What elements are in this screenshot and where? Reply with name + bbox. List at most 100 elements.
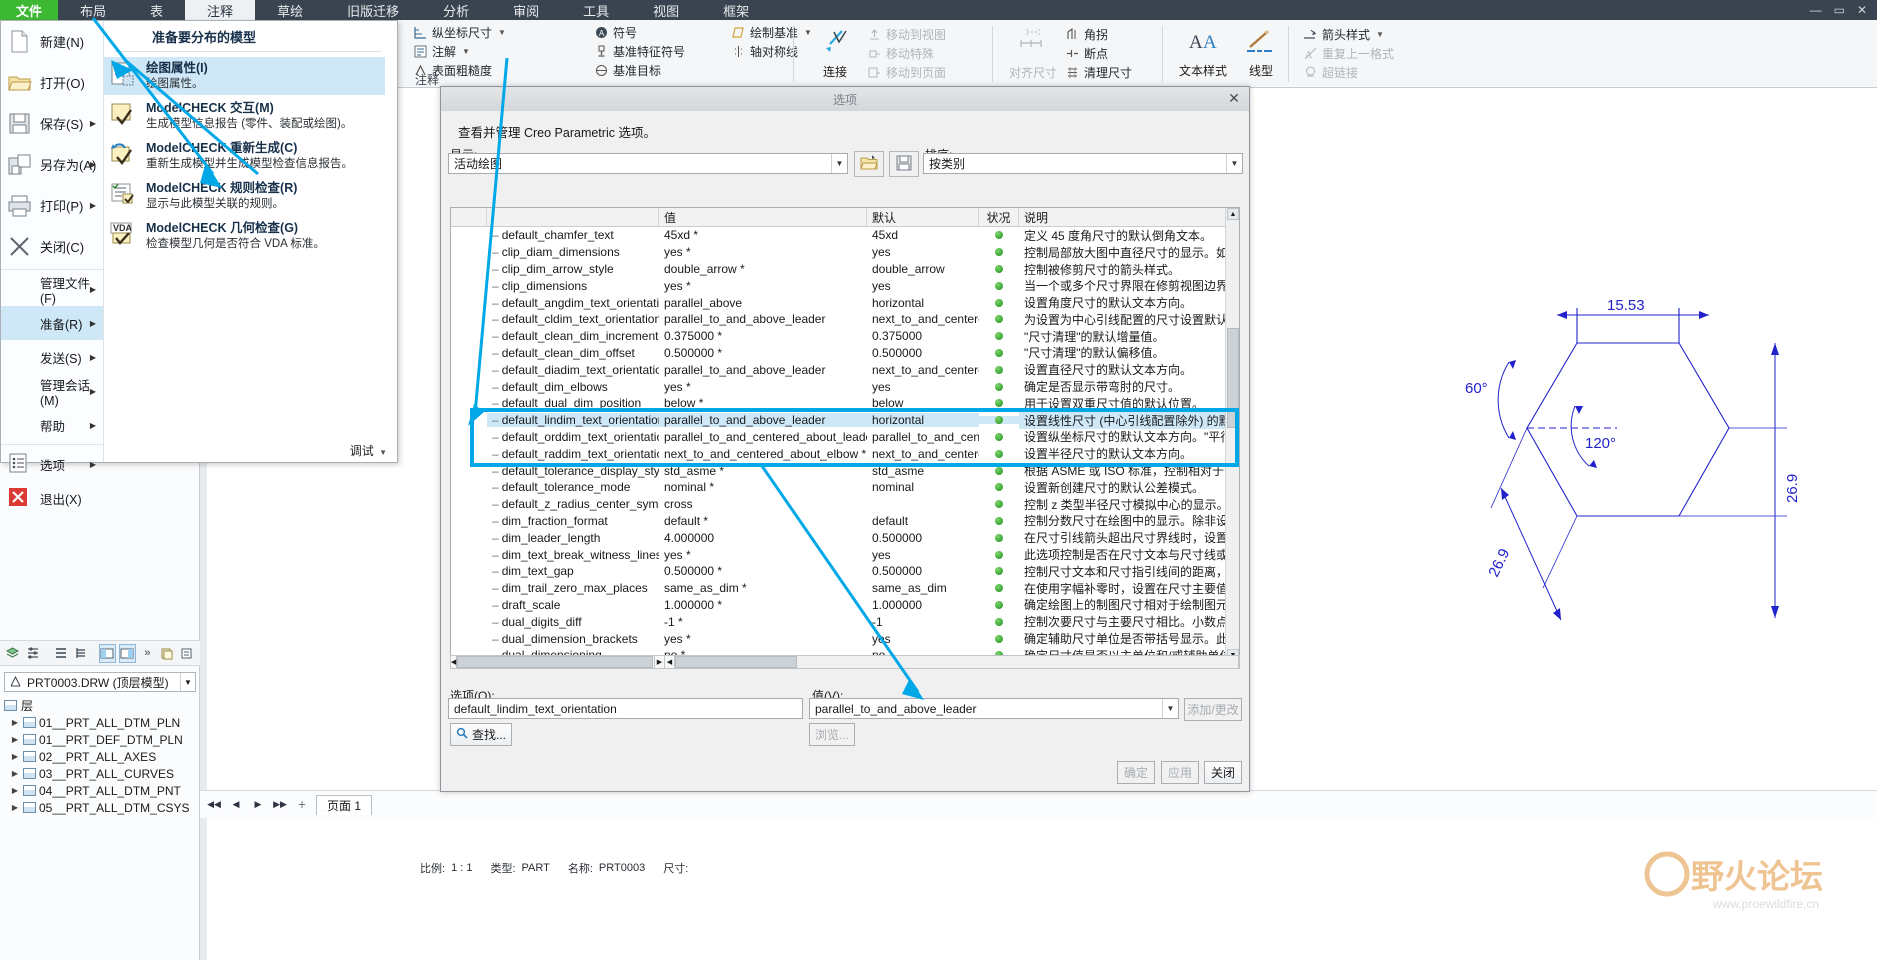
chevron-right-icon[interactable]: ▶ <box>10 718 20 727</box>
table-row[interactable]: – default_orddim_text_orientation parallel… <box>451 429 1239 446</box>
table-row[interactable]: – dual_digits_diff -1 * -1 控制次要尺寸与主要尺寸相比。小数点… <box>451 613 1239 630</box>
table-row[interactable]: – clip_dim_arrow_style double_arrow * doubl… <box>451 261 1239 278</box>
close-icon[interactable]: ✕ <box>1225 89 1243 107</box>
option-value-input[interactable]: parallel_to_and_above_leader ▼ <box>809 698 1179 719</box>
list-icon[interactable] <box>52 644 69 663</box>
table-row[interactable]: – dual_dimension_brackets yes * yes 确定辅助尺寸单位… <box>451 630 1239 647</box>
page-tab[interactable]: 页面 1 <box>316 794 373 815</box>
browse-button[interactable]: 浏览... <box>809 723 855 746</box>
show-icon[interactable] <box>98 643 116 663</box>
ok-button[interactable]: 确定 <box>1117 761 1155 784</box>
ribbon-item-arrow-style[interactable]: 箭头样式 ▼ <box>1300 25 1397 44</box>
table-row[interactable]: – default_dual_dim_position below * below 用于… <box>451 395 1239 412</box>
minimize-icon[interactable]: — <box>1810 3 1822 17</box>
list-item[interactable]: ▶ 01__PRT_DEF_DTM_PLN <box>0 731 200 748</box>
paste-icon[interactable] <box>179 644 196 663</box>
table-row[interactable]: – default_clean_dim_offset 0.500000 * 0.500… <box>451 345 1239 362</box>
ribbon-item-break[interactable]: 断点 <box>1062 44 1135 63</box>
table-row[interactable]: – clip_diam_dimensions yes * yes 控制局部放大图中直径尺… <box>451 244 1239 261</box>
table-row[interactable]: – default_lindim_text_orientation parallel… <box>451 411 1239 429</box>
debug-button[interactable]: 调试 ▼ <box>350 442 387 459</box>
table-horizontal-scrollbar[interactable]: ◀ ▶ ◀ <box>450 655 1240 669</box>
file-menu-prepare[interactable]: 准备(R) ▶ <box>1 306 103 340</box>
table-row[interactable]: – draft_scale 1.000000 * 1.000000 确定绘图上的制图尺寸… <box>451 597 1239 614</box>
table-vertical-scrollbar[interactable]: ▲ ▼ <box>1225 208 1239 661</box>
find-button[interactable]: 查找... <box>450 723 512 746</box>
table-row[interactable]: – default_diadim_text_orientation parallel… <box>451 361 1239 378</box>
sort-select[interactable]: 按类别 ▼ <box>923 153 1243 174</box>
table-row[interactable]: – dim_text_break_witness_lines yes * yes 此选项… <box>451 546 1239 563</box>
chevron-right-icon[interactable]: ▶ <box>10 735 20 744</box>
table-body[interactable]: – default_chamfer_text 45xd * 45xd 定义 45 度角尺… <box>451 227 1239 661</box>
options-table[interactable]: 值 默认 状况 说明 – default_chamfer_text 45xd * 45… <box>450 207 1240 662</box>
table-row[interactable]: – dim_leader_length 4.000000 0.500000 在尺寸引线箭… <box>451 529 1239 546</box>
chevron-down-icon[interactable]: ▼ <box>379 448 387 457</box>
column-header-description[interactable]: 说明 <box>1019 208 1239 226</box>
file-menu-manage-file[interactable]: 管理文件(F) ▶ <box>1 272 103 306</box>
ribbon-button-text-style[interactable]: AA 文本样式 <box>1172 23 1234 85</box>
save-config-button[interactable] <box>889 151 919 177</box>
chevron-down-icon[interactable]: ▼ <box>1162 699 1178 718</box>
more-icon[interactable]: » <box>139 644 156 663</box>
hscroll-track-1[interactable] <box>457 656 655 668</box>
layers-icon[interactable] <box>4 644 21 663</box>
ribbon-item-ordinate-dimension[interactable]: 纵坐标尺寸 ▼ <box>410 23 584 42</box>
file-menu-new[interactable]: 新建(N) <box>1 21 103 62</box>
copy-icon[interactable] <box>159 644 176 663</box>
scrollbar-thumb[interactable] <box>457 656 653 668</box>
ribbon-item-move-special[interactable]: 移动特殊 <box>864 44 949 63</box>
tab-view[interactable]: 视图 <box>631 0 701 20</box>
model-selector[interactable]: PRT0003.DRW (顶层模型) ▼ <box>4 672 196 692</box>
prev-page-icon[interactable]: ◀ <box>228 797 244 813</box>
ribbon-item-move-to-sheet[interactable]: 移动到页面 <box>864 63 949 82</box>
option-name-input[interactable]: default_lindim_text_orientation <box>448 698 803 719</box>
tab-annotate[interactable]: 注释 <box>185 0 256 20</box>
list-item[interactable]: ▶ 02__PRT_ALL_AXES <box>0 748 200 765</box>
close-window-icon[interactable]: ✕ <box>1857 3 1867 17</box>
apply-button[interactable]: 应用 <box>1161 761 1199 784</box>
chevron-down-icon[interactable]: ▼ <box>1376 30 1384 39</box>
list-item[interactable]: ▶ 03__PRT_ALL_CURVES <box>0 765 200 782</box>
file-menu-exit[interactable]: 退出(X) <box>1 481 103 515</box>
last-page-icon[interactable]: ▶▶ <box>272 797 288 813</box>
chevron-right-icon[interactable]: ▶ <box>10 803 20 812</box>
chevron-down-icon[interactable]: ▼ <box>462 47 470 56</box>
file-menu-save-as[interactable]: 另存为(A) ▶ <box>1 144 103 185</box>
table-row[interactable]: – default_tolerance_display_style std_asme… <box>451 462 1239 479</box>
scroll-left-icon-2[interactable]: ◀ <box>665 656 675 668</box>
ribbon-button-line-style[interactable]: 线型 <box>1234 23 1288 85</box>
settings-icon[interactable] <box>24 644 41 663</box>
show-select[interactable]: 活动绘图 ▼ <box>448 153 848 174</box>
table-row[interactable]: – default_cldim_text_orientation parallel_… <box>451 311 1239 328</box>
filter-icon[interactable] <box>118 643 136 663</box>
table-row[interactable]: – dim_text_gap 0.500000 * 0.500000 控制尺寸文本和尺寸… <box>451 563 1239 580</box>
chevron-right-icon[interactable]: ▶ <box>10 786 20 795</box>
open-config-button[interactable] <box>854 151 884 177</box>
tab-file[interactable]: 文件 <box>0 0 59 20</box>
file-menu-options[interactable]: 选项 ▶ <box>1 447 103 481</box>
file-menu-print[interactable]: 打印(P) ▶ <box>1 185 103 226</box>
first-page-icon[interactable]: ◀◀ <box>206 797 222 813</box>
tab-table[interactable]: 表 <box>128 0 185 20</box>
tab-sketch[interactable]: 草绘 <box>255 0 325 20</box>
file-menu-close[interactable]: 关闭(C) <box>1 226 103 267</box>
ribbon-item-cleanup-dimension[interactable]: 清理尺寸 <box>1062 63 1135 82</box>
add-page-icon[interactable]: ＋ <box>294 797 310 813</box>
hscroll-track-2[interactable] <box>675 656 1239 668</box>
tab-analysis[interactable]: 分析 <box>421 0 491 20</box>
chevron-down-icon[interactable]: ▼ <box>180 673 195 691</box>
tab-framework[interactable]: 框架 <box>701 0 771 20</box>
next-page-icon[interactable]: ▶ <box>250 797 266 813</box>
table-row[interactable]: – default_chamfer_text 45xd * 45xd 定义 45 度角尺… <box>451 227 1239 244</box>
list-item[interactable]: ▶ 05__PRT_ALL_DTM_CSYS <box>0 799 200 816</box>
table-row[interactable]: – default_tolerance_mode nominal * nominal 设… <box>451 479 1239 496</box>
table-row[interactable]: – default_angdim_text_orientation parallel… <box>451 294 1239 311</box>
command-drawing-properties[interactable]: 绘图属性(I) 绘图属性。 <box>104 57 385 95</box>
layer-tree[interactable]: ▶ 01__PRT_ALL_DTM_PLN ▶ 01__PRT_DEF_DTM_… <box>0 714 200 919</box>
list-item[interactable]: ▶ 04__PRT_ALL_DTM_PNT <box>0 782 200 799</box>
file-menu-send[interactable]: 发送(S) ▶ <box>1 340 103 374</box>
ribbon-button-connect[interactable]: 连接 <box>806 23 864 85</box>
table-row[interactable]: – default_z_radius_center_symbol cross 控制 z… <box>451 496 1239 513</box>
scroll-right-icon[interactable]: ▶ <box>655 656 665 668</box>
tab-legacy-migration[interactable]: 旧版迁移 <box>325 0 421 20</box>
